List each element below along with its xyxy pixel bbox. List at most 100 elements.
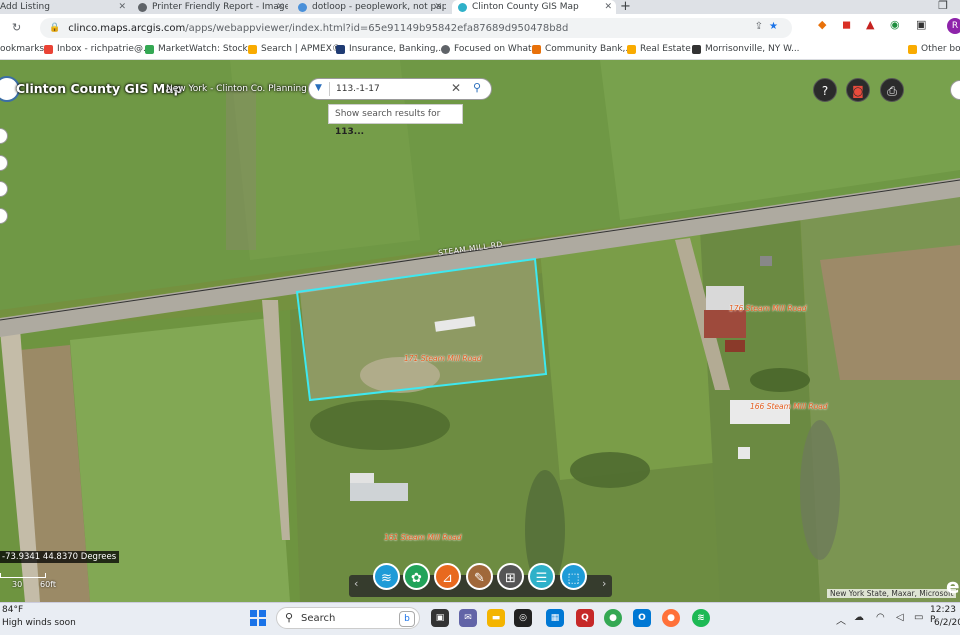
apmex-icon [248, 44, 257, 54]
extension-icon[interactable]: ◆ [818, 18, 826, 31]
tab-dotloop[interactable]: dotloop - peoplework, not paper ✕ [298, 0, 446, 14]
search-icon[interactable]: ⚲ [473, 81, 481, 94]
tab-close-icon[interactable]: ✕ [118, 2, 126, 12]
bookmark-item[interactable]: Insurance, Banking,... [336, 44, 447, 54]
tab-title: Add Listing [0, 2, 50, 12]
tray-chevron-up-icon[interactable]: ︿ [836, 612, 846, 627]
esri-logo: e [946, 574, 960, 598]
file-explorer-icon[interactable]: ▬ [487, 609, 505, 627]
globe-icon [441, 44, 450, 54]
help-icon[interactable]: ? [813, 78, 837, 102]
coordinate-readout: -73.9341 44.8370 Degrees [0, 551, 120, 563]
divider [329, 82, 330, 96]
share-star-icons[interactable]: ⇪★ [755, 21, 784, 32]
bookmark-folder[interactable]: Real Estate [627, 44, 691, 54]
pdf-extension-icon[interactable]: ▲ [866, 18, 874, 31]
search-source-chevron-down-icon[interactable]: ▼ [315, 83, 322, 93]
widget-grid-icon[interactable]: ⊞ [497, 563, 524, 590]
new-tab-icon[interactable]: + [620, 0, 631, 14]
taskbar-date[interactable]: 6/2/20 [934, 618, 960, 628]
scale-bar [0, 573, 46, 578]
tab-title: Clinton County GIS Map [472, 2, 579, 12]
bookmark-label: Real Estate [640, 44, 691, 54]
bookmark-item[interactable]: Focused on What... [441, 44, 540, 54]
tab-close-icon[interactable]: ✕ [434, 2, 442, 12]
extensions-puzzle-icon[interactable]: ▣ [916, 18, 926, 31]
bookmark-item[interactable]: Inbox - richpatrie@... [44, 44, 152, 54]
draw-icon[interactable]: ✎ [466, 563, 493, 590]
search-suggestion[interactable]: Show search results for 113... [328, 104, 463, 137]
bookmark-label: Insurance, Banking,... [349, 44, 447, 54]
lock-icon[interactable]: 🔒 [49, 23, 60, 33]
bookmark-label: Focused on What... [454, 44, 541, 54]
basemap-gallery-icon[interactable]: ✿ [403, 563, 430, 590]
app-title: Clinton County GIS Map [16, 81, 183, 96]
reload-icon[interactable]: ↻ [12, 21, 21, 34]
battery-icon[interactable]: ▭ [914, 612, 923, 623]
volume-icon[interactable]: ◁ [896, 612, 904, 623]
search-icon: ⚲ [285, 611, 294, 624]
layers-widget-icon[interactable]: ◙ [846, 78, 870, 102]
search-input[interactable] [336, 82, 446, 96]
bookmark-label: Inbox - richpatrie@... [57, 44, 152, 54]
bookmark-label: Search | APMEX® [261, 44, 341, 54]
weather-status[interactable]: High winds soon [2, 618, 76, 628]
taskbar-search[interactable]: ⚲ Search b [276, 607, 420, 629]
extension-icon[interactable]: ◼ [842, 18, 851, 31]
calculator-icon[interactable]: ▦ [546, 609, 564, 627]
weather-temperature[interactable]: 84°F [2, 605, 23, 615]
address-label-parcel: 171 Steam Mill Road [404, 354, 482, 363]
folder-icon [908, 44, 917, 54]
bookmark-label: ookmarks [0, 44, 45, 54]
url-text: clinco.maps.arcgis.com/apps/webappviewer… [68, 23, 568, 34]
tab-add-listing[interactable]: Add Listing ✕ [0, 0, 130, 14]
address-label: 176 Steam Mill Road [729, 304, 807, 313]
address-label: 166 Steam Mill Road [750, 402, 828, 411]
add-data-icon[interactable]: ⬚ [560, 563, 587, 590]
bookmark-item[interactable]: ookmarks [0, 44, 44, 54]
community-bank-icon [532, 44, 541, 54]
print-icon[interactable]: ⎙ [880, 78, 904, 102]
outlook-icon[interactable]: O [633, 609, 651, 627]
bookmark-folder[interactable]: Other boo [908, 44, 960, 54]
clear-icon[interactable]: ✕ [451, 81, 461, 95]
window-restore-icon[interactable]: ❐ [938, 0, 948, 12]
arcgis-icon [458, 2, 467, 12]
windows-start-icon[interactable] [250, 610, 266, 626]
quicken-icon[interactable]: Q [576, 609, 594, 627]
bookmark-item[interactable]: Morrisonville, NY W... [692, 44, 800, 54]
onedrive-icon[interactable]: ☁ [854, 612, 864, 623]
chrome-icon[interactable]: ● [604, 609, 622, 627]
spotify-icon[interactable]: ≋ [692, 609, 710, 627]
toolbar-prev-arrow-icon[interactable]: ‹ [354, 577, 358, 590]
teams-chat-icon[interactable]: ✉ [459, 609, 477, 627]
firefox-icon[interactable]: ● [662, 609, 680, 627]
measurement-icon[interactable]: ⊿ [434, 563, 461, 590]
dell-icon[interactable]: ◎ [514, 609, 532, 627]
weather-icon [692, 44, 701, 54]
toolbar-next-arrow-icon[interactable]: › [602, 577, 606, 590]
extension-icon[interactable]: ◉ [890, 18, 900, 31]
tab-clinton-county-gis[interactable]: Clinton County GIS Map ✕ [452, 0, 616, 14]
taskbar-search-label: Search [301, 613, 336, 624]
tab-close-icon[interactable]: ✕ [604, 2, 612, 12]
bookmark-item[interactable]: Community Bank,... [532, 44, 634, 54]
layer-list-icon[interactable]: ≋ [373, 563, 400, 590]
selected-parcel-outline[interactable] [296, 258, 556, 408]
bookmark-item[interactable]: MarketWatch: Stock... [145, 44, 256, 54]
wifi-icon[interactable]: ◠ [876, 612, 885, 623]
profile-avatar[interactable]: R [947, 18, 960, 34]
bookmarks-bar: ookmarks Inbox - richpatrie@... MarketWa… [0, 42, 960, 60]
url-field[interactable]: 🔒 clinco.maps.arcgis.com/apps/webappview… [40, 18, 792, 38]
tab-printer-friendly-report[interactable]: Printer Friendly Report - Image N ✕ [138, 0, 288, 14]
url-path: /apps/webappviewer/index.html?id=65e9114… [185, 22, 569, 34]
legend-icon[interactable]: ☰ [528, 563, 555, 590]
bookmark-label: MarketWatch: Stock... [158, 44, 257, 54]
tab-close-icon[interactable]: ✕ [276, 2, 284, 12]
bookmark-item[interactable]: Search | APMEX® [248, 44, 341, 54]
task-view-icon[interactable]: ▣ [431, 609, 449, 627]
address-label: 161 Steam Mill Road [384, 533, 462, 542]
search-widget: ▼ ✕ ⚲ [308, 78, 492, 100]
marketwatch-icon [145, 44, 154, 54]
bing-icon[interactable]: b [399, 611, 415, 627]
